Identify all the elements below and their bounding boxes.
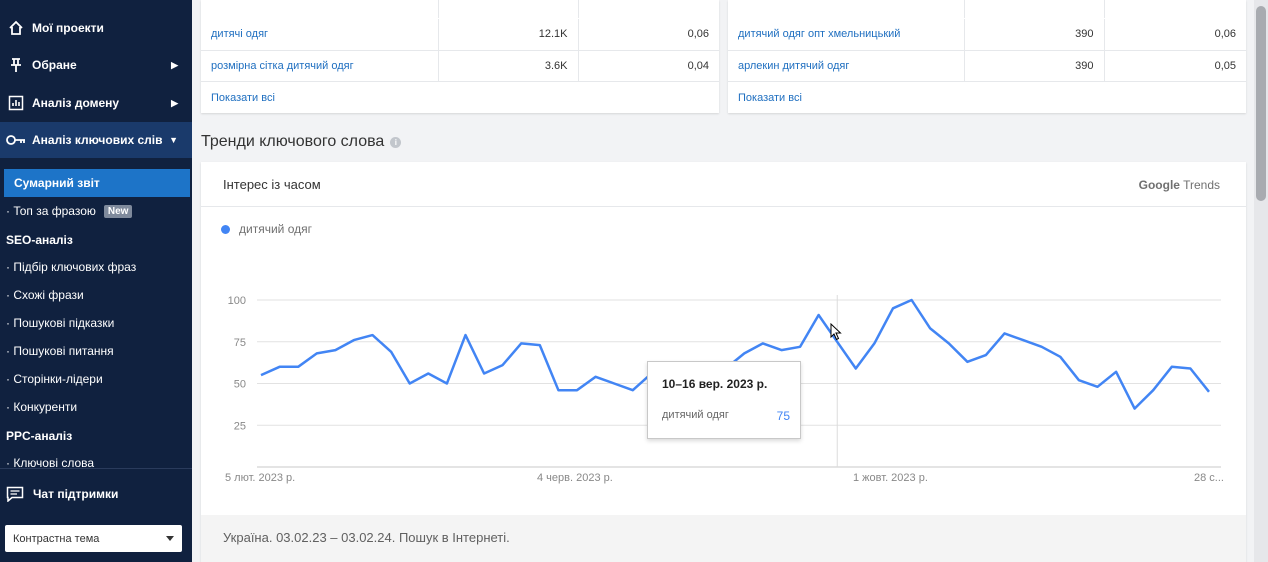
sidebar-item-keyword-selection[interactable]: · Підбір ключових фраз bbox=[0, 253, 192, 281]
tooltip-series: дитячий одяг bbox=[662, 409, 729, 421]
cpc-cell: 0,05 bbox=[1103, 50, 1246, 82]
sidebar-item-similar-phrases[interactable]: · Схожі фрази bbox=[0, 281, 192, 309]
sidebar-item-label: Мої проекти bbox=[32, 21, 104, 35]
keyword-link[interactable]: дитячі одяг bbox=[201, 19, 438, 51]
scroll-thumb[interactable] bbox=[1256, 6, 1266, 201]
chat-label: Чат підтримки bbox=[33, 487, 119, 501]
support-chat-link[interactable]: Чат підтримки bbox=[6, 486, 118, 502]
tooltip-value: 75 bbox=[776, 409, 790, 423]
sidebar-item-my-projects[interactable]: Мої проекти bbox=[0, 10, 192, 46]
cpc-cell: 0,06 bbox=[577, 19, 719, 51]
table-row: розмірна сітка дитячий одяг 3.6K 0,04 bbox=[201, 50, 719, 82]
show-all-link[interactable]: Показати всі bbox=[201, 82, 275, 104]
sidebar-item-top-by-phrase[interactable]: · Топ за фразою New bbox=[0, 197, 192, 225]
sidebar-item-summary-report[interactable]: Сумарний звіт bbox=[4, 169, 190, 197]
sidebar-item-favorites[interactable]: Обране ▶ bbox=[0, 47, 192, 83]
chevron-right-icon: ▶ bbox=[171, 97, 178, 108]
key-icon bbox=[6, 130, 26, 150]
sidebar-item-label: Сумарний звіт bbox=[14, 176, 100, 190]
info-icon[interactable]: i bbox=[390, 136, 402, 148]
volume-cell: 390 bbox=[963, 19, 1104, 51]
sidebar-item-label: · Ключові слова bbox=[6, 456, 95, 468]
sidebar-item-label: · Сторінки-лідери bbox=[6, 372, 103, 386]
x-tick-label: 28 с... bbox=[1194, 472, 1224, 484]
y-tick-label: 50 bbox=[234, 379, 246, 391]
caret-down-icon bbox=[166, 536, 174, 541]
table-row: арлекин дитячий одяг 390 0,05 bbox=[728, 50, 1246, 82]
table-row: дитячі одяг 12.1K 0,06 bbox=[201, 19, 719, 51]
keywords-table-right: дитячий одяг опт хмельницький 390 0,06 а… bbox=[728, 0, 1246, 113]
mouse-cursor-icon bbox=[830, 322, 842, 346]
trends-title-text: Тренди ключового слова bbox=[201, 133, 385, 150]
x-tick-label: 5 лют. 2023 р. bbox=[225, 472, 295, 484]
sidebar-item-label: · Підбір ключових фраз bbox=[6, 260, 137, 274]
pin-icon bbox=[6, 55, 26, 75]
volume-cell: 12.1K bbox=[437, 19, 578, 51]
table-row: дитячий одяг опт хмельницький 390 0,06 bbox=[728, 19, 1246, 51]
sidebar-item-label: · Схожі фрази bbox=[6, 288, 84, 302]
y-tick-label: 100 bbox=[228, 295, 246, 307]
cpc-cell: 0,04 bbox=[577, 50, 719, 82]
y-tick-label: 25 bbox=[234, 420, 246, 432]
sidebar: Мої проекти Обране ▶ Аналіз домену ▶ Ана… bbox=[0, 0, 192, 562]
tooltip-date: 10–16 вер. 2023 р. bbox=[662, 377, 768, 391]
theme-select[interactable]: Контрастна тема bbox=[5, 525, 182, 552]
sidebar-item-label: Обране bbox=[32, 58, 77, 72]
keywords-table: дитячий одяг опт хмельницький 390 0,06 а… bbox=[728, 19, 1246, 82]
sidebar-item-label: Аналіз домену bbox=[32, 96, 120, 110]
sidebar-item-label: · Пошукові питання bbox=[6, 344, 114, 358]
keywords-table: дитячі одяг 12.1K 0,06 розмірна сітка ди… bbox=[201, 19, 719, 82]
new-badge: New bbox=[103, 204, 133, 218]
sidebar-item-keyword-analysis[interactable]: Аналіз ключових слів ▼ bbox=[0, 122, 192, 158]
page-scrollbar[interactable] bbox=[1254, 0, 1268, 562]
keywords-table-left: дитячі одяг 12.1K 0,06 розмірна сітка ди… bbox=[201, 0, 719, 113]
sidebar-item-label: · Топ за фразою bbox=[6, 204, 96, 218]
chart-tooltip: 10–16 вер. 2023 р. дитячий одяг 75 bbox=[647, 361, 801, 439]
chat-icon bbox=[6, 486, 24, 502]
trend-chart[interactable]: 25 50 75 100 5 лют. 2023 р. 4 черв. 2023 р. 1 … bbox=[201, 185, 1246, 515]
chevron-down-icon: ▼ bbox=[169, 135, 178, 145]
chevron-right-icon: ▶ bbox=[171, 59, 178, 70]
bar-chart-icon bbox=[6, 93, 26, 113]
keyword-link[interactable]: арлекин дитячий одяг bbox=[728, 50, 964, 82]
volume-cell: 390 bbox=[963, 50, 1104, 82]
y-tick-label: 75 bbox=[234, 337, 246, 349]
theme-select-value: Контрастна тема bbox=[13, 532, 100, 545]
sidebar-item-ppc-keywords[interactable]: · Ключові слова bbox=[0, 450, 192, 468]
trends-card: Інтерес із часом Google Trends дитячий о… bbox=[201, 162, 1246, 562]
sidebar-item-search-suggestions[interactable]: · Пошукові підказки bbox=[0, 309, 192, 337]
cpc-cell: 0,06 bbox=[1103, 19, 1246, 51]
home-icon bbox=[6, 18, 26, 38]
sidebar-item-top-pages[interactable]: · Сторінки-лідери bbox=[0, 365, 192, 393]
x-tick-label: 1 жовт. 2023 р. bbox=[853, 472, 928, 484]
keyword-link[interactable]: розмірна сітка дитячий одяг bbox=[201, 50, 438, 82]
sidebar-item-domain-analysis[interactable]: Аналіз домену ▶ bbox=[0, 85, 192, 121]
seo-section-label: SEO-аналіз bbox=[6, 233, 73, 247]
trends-section-title: Тренди ключового слова i bbox=[201, 133, 402, 151]
divider bbox=[0, 468, 192, 469]
sidebar-item-competitors[interactable]: · Конкуренти bbox=[0, 393, 192, 421]
sidebar-item-label: · Пошукові підказки bbox=[6, 316, 115, 330]
keyword-link[interactable]: дитячий одяг опт хмельницький bbox=[728, 19, 964, 51]
x-tick-label: 4 черв. 2023 р. bbox=[537, 472, 613, 484]
sidebar-item-label: Аналіз ключових слів bbox=[32, 133, 163, 147]
sidebar-item-label: · Конкуренти bbox=[6, 400, 78, 414]
volume-cell: 3.6K bbox=[437, 50, 578, 82]
show-all-link[interactable]: Показати всі bbox=[728, 82, 802, 104]
trends-footer: Україна. 03.02.23 – 03.02.24. Пошук в Ін… bbox=[201, 515, 1246, 562]
ppc-section-label: PPC-аналіз bbox=[6, 429, 73, 443]
sidebar-item-search-questions[interactable]: · Пошукові питання bbox=[0, 337, 192, 365]
